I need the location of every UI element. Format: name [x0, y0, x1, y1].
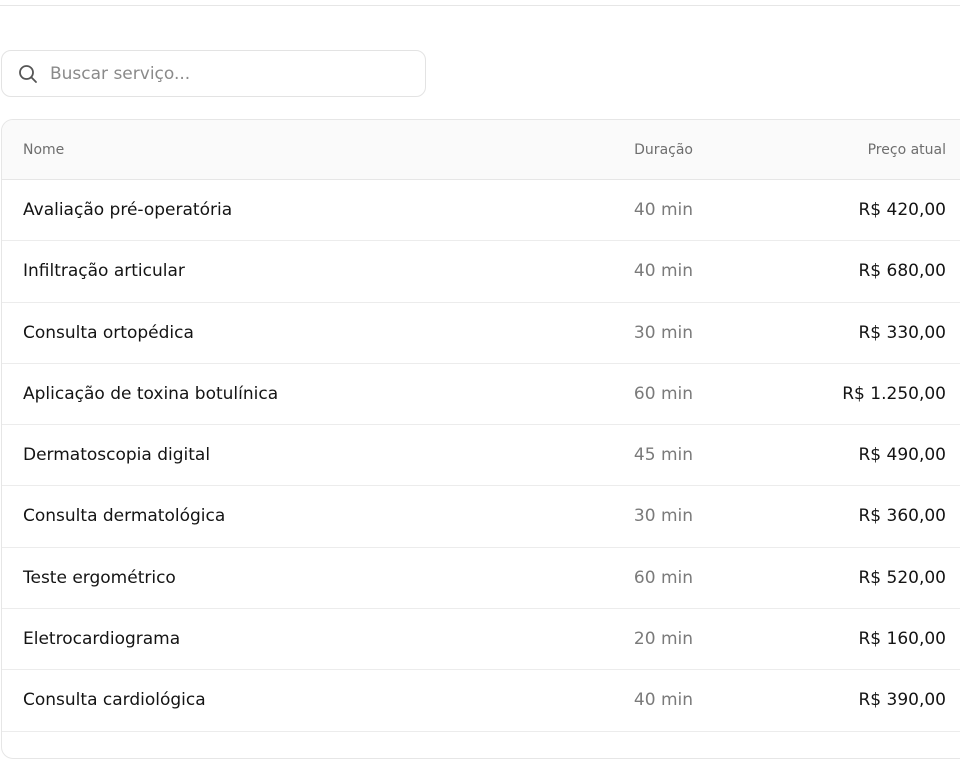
- table-row[interactable]: Dermatoscopia digital 45 min R$ 490,00: [2, 425, 960, 487]
- table-row[interactable]: Eletrocardiograma 20 min R$ 160,00: [2, 609, 960, 671]
- table-body: Avaliação pré-operatória 40 min R$ 420,00 I…: [2, 180, 960, 732]
- service-duration: 20 min: [633, 629, 693, 650]
- service-name: Infiltração articular: [23, 261, 185, 282]
- service-duration: 45 min: [633, 445, 693, 466]
- service-price: R$ 420,00: [858, 200, 946, 220]
- service-duration: 60 min: [633, 567, 693, 588]
- search-box[interactable]: [1, 50, 426, 97]
- service-duration: 30 min: [633, 506, 693, 527]
- service-price: R$ 160,00: [858, 629, 946, 650]
- service-name: Avaliação pré-operatória: [23, 200, 233, 220]
- service-price: R$ 390,00: [858, 690, 946, 711]
- service-name: Teste ergométrico: [23, 567, 176, 588]
- table-header: Nome Duração Preço atual: [2, 120, 960, 180]
- services-table: Nome Duração Preço atual Avaliação pré-o…: [1, 119, 960, 759]
- column-header-name[interactable]: Nome: [23, 120, 64, 180]
- column-header-price[interactable]: Preço atual: [868, 120, 946, 180]
- service-duration: 40 min: [633, 200, 693, 220]
- service-price: R$ 680,00: [858, 261, 946, 282]
- service-price: R$ 490,00: [858, 445, 946, 466]
- column-header-duration[interactable]: Duração: [634, 120, 693, 180]
- service-duration: 30 min: [633, 322, 693, 343]
- service-duration: 60 min: [633, 383, 693, 404]
- table-row[interactable]: Consulta cardiológica 40 min R$ 390,00: [2, 670, 960, 732]
- service-name: Eletrocardiograma: [23, 629, 181, 650]
- service-name: Dermatoscopia digital: [23, 445, 211, 466]
- table-row[interactable]: Teste ergométrico 60 min R$ 520,00: [2, 548, 960, 610]
- service-name: Aplicação de toxina botulínica: [23, 383, 279, 404]
- table-row[interactable]: Avaliação pré-operatória 40 min R$ 420,00: [2, 180, 960, 242]
- service-duration: 40 min: [633, 690, 693, 711]
- table-row[interactable]: Aplicação de toxina botulínica 60 min R$ 1…: [2, 364, 960, 426]
- service-price: R$ 360,00: [858, 506, 946, 527]
- service-name: Consulta cardiológica: [23, 690, 206, 711]
- service-name: Consulta dermatológica: [23, 506, 226, 527]
- search-icon: [18, 64, 38, 84]
- service-price: R$ 520,00: [858, 567, 946, 588]
- service-price: R$ 1.250,00: [842, 383, 946, 404]
- table-row[interactable]: Consulta dermatológica 30 min R$ 360,00: [2, 486, 960, 548]
- top-divider: [0, 5, 960, 6]
- search-input[interactable]: [50, 51, 420, 96]
- service-price: R$ 330,00: [858, 322, 946, 343]
- table-row[interactable]: Infiltração articular 40 min R$ 680,00: [2, 241, 960, 303]
- service-duration: 40 min: [633, 261, 693, 282]
- table-row[interactable]: Consulta ortopédica 30 min R$ 330,00: [2, 303, 960, 364]
- service-name: Consulta ortopédica: [23, 322, 194, 343]
